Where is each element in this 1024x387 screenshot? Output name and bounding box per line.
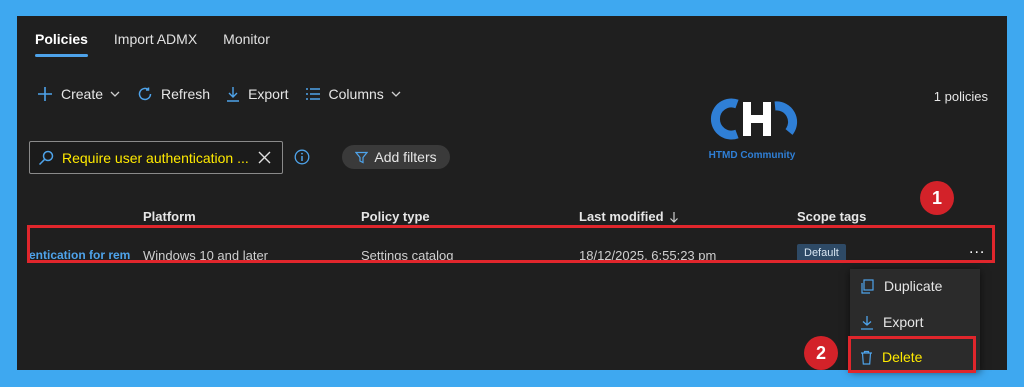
annotation-step-1: 1 (920, 181, 954, 215)
tab-import-admx[interactable]: Import ADMX (114, 31, 197, 57)
last-modified-label: Last modified (579, 209, 664, 224)
tab-monitor[interactable]: Monitor (223, 31, 270, 57)
chevron-down-icon (110, 91, 120, 97)
columns-label: Columns (328, 86, 384, 102)
policies-panel: Policies Import ADMX Monitor Create Refr… (17, 16, 1007, 373)
columns-icon (305, 88, 320, 100)
column-header-last-modified[interactable]: Last modified (579, 209, 679, 224)
search-value: Require user authentication ... (62, 149, 249, 166)
logo-mark-icon (711, 98, 798, 140)
plus-icon (38, 87, 52, 101)
duplicate-label: Duplicate (884, 278, 943, 294)
search-input[interactable]: Require user authentication ... (29, 141, 283, 174)
column-header-policy-type[interactable]: Policy type (361, 209, 430, 224)
htmd-logo: HTMD Community (697, 94, 807, 164)
create-button[interactable]: Create (37, 86, 121, 102)
chevron-down-icon (391, 91, 401, 97)
add-filters-button[interactable]: Add filters (342, 145, 450, 169)
columns-button[interactable]: Columns (305, 86, 402, 102)
sort-down-icon (669, 211, 678, 223)
tab-bar: Policies Import ADMX Monitor (35, 31, 296, 57)
menu-item-export[interactable]: Export (860, 314, 923, 330)
delete-highlight-box (848, 336, 976, 373)
close-icon[interactable] (258, 151, 271, 164)
filter-icon (355, 151, 369, 163)
create-label: Create (61, 86, 104, 102)
download-icon (227, 87, 240, 102)
refresh-button[interactable]: Refresh (137, 86, 210, 102)
toolbar: Create Refresh Export Columns (37, 86, 418, 102)
info-icon[interactable] (294, 149, 310, 165)
logo-text: HTMD Community (708, 150, 796, 161)
duplicate-icon (861, 278, 874, 294)
download-icon (861, 315, 873, 330)
column-header-scope-tags[interactable]: Scope tags (797, 209, 866, 224)
menu-item-duplicate[interactable]: Duplicate (860, 278, 942, 294)
refresh-label: Refresh (161, 86, 211, 102)
tab-policies[interactable]: Policies (35, 31, 88, 57)
export-menu-label: Export (883, 314, 924, 330)
row-highlight-box (27, 225, 995, 263)
policy-count: 1 policies (933, 89, 988, 104)
search-icon (38, 150, 54, 165)
column-header-platform[interactable]: Platform (143, 209, 196, 224)
refresh-icon (138, 87, 152, 101)
add-filters-label: Add filters (374, 149, 437, 165)
annotation-step-2: 2 (804, 336, 838, 370)
export-label: Export (248, 86, 289, 102)
export-button[interactable]: Export (226, 86, 289, 102)
